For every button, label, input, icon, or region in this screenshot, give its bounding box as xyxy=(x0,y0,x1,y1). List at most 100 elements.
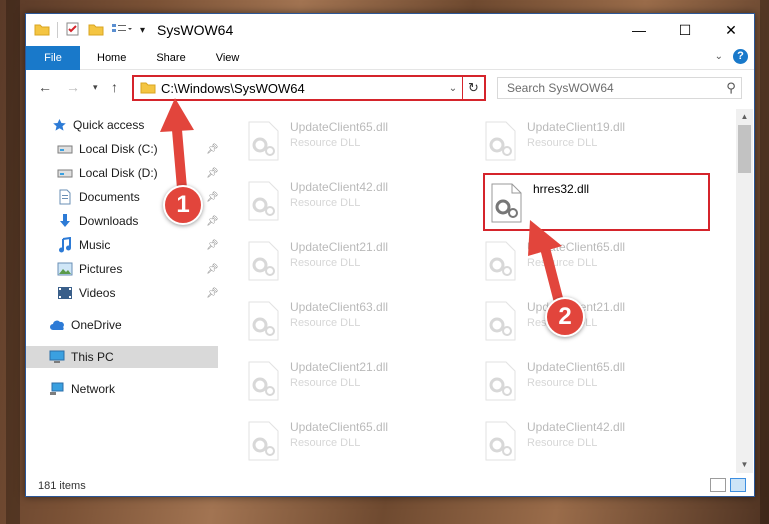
documents-icon xyxy=(57,189,73,205)
pin-icon[interactable]: 📌︎ xyxy=(206,144,219,155)
list-item[interactable]: UpdateClient21.dll Resource DLL xyxy=(246,237,466,285)
new-folder-icon[interactable] xyxy=(88,22,104,39)
pin-icon[interactable]: 📌︎ xyxy=(206,216,219,227)
sidebar-item-label: OneDrive xyxy=(71,318,122,332)
pin-icon[interactable]: 📌︎ xyxy=(206,192,219,203)
dll-file-icon xyxy=(483,301,517,341)
folder-icon[interactable] xyxy=(34,22,50,39)
list-item[interactable]: UpdateClient65.dll Resource DLL xyxy=(483,237,703,285)
dll-file-icon xyxy=(483,241,517,281)
file-type: Resource DLL xyxy=(290,257,361,269)
address-row: ← → ▾ ↑ C:\Windows\SysWOW64 ⌄ ↻ ⚲ xyxy=(26,71,754,105)
tab-file[interactable]: File xyxy=(26,45,80,70)
expand-ribbon-icon[interactable]: ⌄ xyxy=(715,51,723,62)
customize-toolbar-icon[interactable] xyxy=(111,22,133,39)
minimize-button[interactable]: — xyxy=(616,14,662,46)
list-item[interactable]: UpdateClient65.dll Resource DLL xyxy=(246,417,466,465)
file-name: UpdateClient21.dll xyxy=(290,240,389,254)
scroll-thumb[interactable] xyxy=(738,125,751,173)
tab-view[interactable]: View xyxy=(200,46,254,70)
pin-icon[interactable]: 📌︎ xyxy=(206,288,219,299)
list-item[interactable]: UpdateClient63.dll Resource DLL xyxy=(246,297,466,345)
network-icon xyxy=(49,382,65,396)
list-item[interactable]: UpdateClient21.dllResource DLL xyxy=(246,357,466,405)
pin-icon[interactable]: 📌︎ xyxy=(206,240,219,251)
sidebar-item-label: Pictures xyxy=(79,262,123,276)
file-type: Resource DLL xyxy=(527,437,598,449)
pin-icon[interactable]: 📌︎ xyxy=(206,264,219,275)
recent-locations-icon[interactable]: ▾ xyxy=(93,82,98,93)
address-bar[interactable]: C:\Windows\SysWOW64 ⌄ ↻ xyxy=(132,75,486,101)
refresh-icon[interactable]: ↻ xyxy=(462,77,484,99)
scroll-up-icon[interactable]: ▲ xyxy=(736,109,753,125)
sidebar-item-label: Music xyxy=(79,238,111,252)
file-type: Resource DLL xyxy=(527,137,598,149)
list-item[interactable]: UpdateClient42.dll Resource DLL xyxy=(483,417,703,465)
file-list: UpdateClient65.dll Resource DLL UpdateCli… xyxy=(221,109,736,469)
sidebar-item-quick-access[interactable]: Quick access xyxy=(26,114,218,136)
scroll-down-icon[interactable]: ▼ xyxy=(736,457,753,473)
sidebar-item-pictures[interactable]: Pictures 📌︎ xyxy=(26,258,219,280)
file-type: Resource DLL xyxy=(290,197,361,209)
list-item[interactable]: UpdateClient19.dll Resource DLL xyxy=(483,117,703,165)
chevron-down-icon[interactable]: ⌄ xyxy=(444,83,462,94)
file-name: UpdateClient65.dll xyxy=(290,120,389,134)
chevron-down-icon[interactable]: ▾ xyxy=(140,25,145,36)
computer-icon xyxy=(49,350,65,364)
file-type: Resource DLL xyxy=(527,377,598,389)
music-icon xyxy=(57,237,73,253)
address-path[interactable]: C:\Windows\SysWOW64 xyxy=(161,81,444,96)
back-arrow-icon[interactable]: ← xyxy=(38,79,52,95)
vertical-scrollbar[interactable]: ▲ ▼ xyxy=(736,109,753,473)
list-item[interactable]: UpdateClient21.dllResource DLL xyxy=(483,297,703,345)
forward-arrow-icon[interactable]: → xyxy=(66,79,80,95)
close-button[interactable]: ✕ xyxy=(708,14,754,46)
step-badge-2: 2 xyxy=(545,297,585,337)
search-box[interactable]: ⚲ xyxy=(497,77,742,99)
sidebar-item-this-pc[interactable]: This PC xyxy=(26,346,218,368)
tab-home[interactable]: Home xyxy=(80,46,140,70)
folder-icon xyxy=(140,80,156,97)
file-name: UpdateClient19.dll xyxy=(527,120,626,134)
status-bar: 181 items xyxy=(26,476,754,496)
search-icon[interactable]: ⚲ xyxy=(721,80,741,96)
toolbar-divider xyxy=(57,22,58,38)
help-icon[interactable]: ? xyxy=(733,49,748,64)
details-view-icon[interactable] xyxy=(710,478,726,492)
list-item[interactable]: UpdateClient65.dll Resource DLL xyxy=(483,357,703,405)
step-badge-1: 1 xyxy=(163,185,203,225)
sidebar-item-videos[interactable]: Videos 📌︎ xyxy=(26,282,219,304)
up-arrow-icon[interactable]: ↑ xyxy=(111,79,118,95)
list-item[interactable]: UpdateClient65.dll Resource DLL xyxy=(246,117,466,165)
file-type: Resource DLL xyxy=(527,257,598,269)
list-item[interactable]: UpdateClient42.dll Resource DLL xyxy=(246,177,466,225)
sidebar-item-local-disk-d[interactable]: Local Disk (D:) 📌︎ xyxy=(26,162,219,184)
cloud-icon xyxy=(49,318,65,332)
sidebar-item-network[interactable]: Network xyxy=(26,378,218,400)
sidebar-item-label: Downloads xyxy=(79,214,139,228)
sidebar-item-music[interactable]: Music 📌︎ xyxy=(26,234,219,256)
maximize-button[interactable]: ☐ xyxy=(662,14,708,46)
file-name: UpdateClient42.dll xyxy=(527,420,626,434)
dll-file-icon xyxy=(483,121,517,161)
drive-icon xyxy=(57,166,73,180)
sidebar-item-onedrive[interactable]: OneDrive xyxy=(26,314,218,336)
ribbon-tabs: File Home Share View ⌄ ? xyxy=(26,45,754,70)
sidebar-item-local-disk-c[interactable]: Local Disk (C:) 📌︎ xyxy=(26,138,219,160)
file-name: UpdateClient65.dll xyxy=(290,420,389,434)
sidebar-item-label: Network xyxy=(71,382,116,396)
file-name: UpdateClient21.dll xyxy=(290,360,389,374)
search-input[interactable] xyxy=(498,81,721,95)
properties-icon[interactable] xyxy=(65,21,81,40)
file-name: UpdateClient42.dll xyxy=(290,180,389,194)
pin-icon[interactable]: 📌︎ xyxy=(206,168,219,179)
tab-share[interactable]: Share xyxy=(140,46,199,70)
tiles-view-icon[interactable] xyxy=(730,478,746,492)
highlight-box xyxy=(483,173,710,231)
dll-file-icon xyxy=(483,361,517,401)
file-type: Resource DLL xyxy=(290,317,361,329)
sidebar-item-label: Videos xyxy=(79,286,116,300)
download-icon xyxy=(57,214,73,228)
dll-file-icon xyxy=(246,121,280,161)
dll-file-icon xyxy=(246,241,280,281)
